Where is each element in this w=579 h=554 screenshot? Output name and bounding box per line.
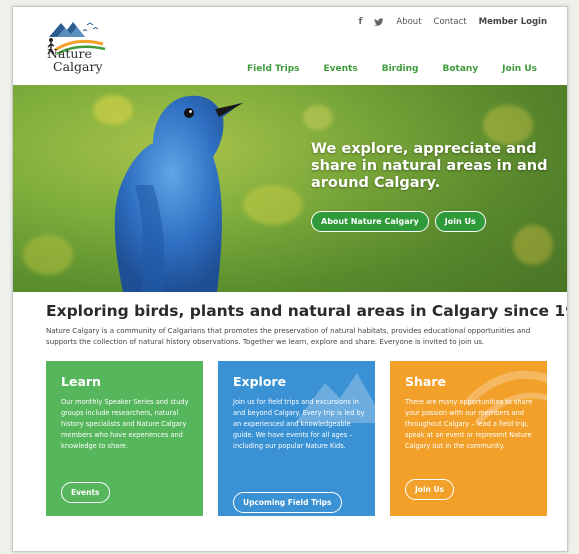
about-nature-calgary-button[interactable]: About Nature Calgary: [311, 211, 429, 232]
page-frame: Nature Calgary f About Contact Member Lo…: [12, 6, 568, 552]
logo-wordmark[interactable]: Nature Calgary: [47, 47, 103, 73]
logo-line-2: Calgary: [53, 59, 103, 74]
share-card-text: There are many opportunities to share yo…: [405, 398, 533, 450]
learn-card-title: Learn: [61, 374, 101, 389]
share-card-title: Share: [405, 374, 446, 389]
twitter-icon[interactable]: [374, 17, 384, 27]
site-header: Nature Calgary f About Contact Member Lo…: [13, 7, 567, 85]
nav-item-botany[interactable]: Botany: [442, 64, 478, 74]
intro-title: Exploring birds, plants and natural area…: [46, 302, 568, 320]
explore-card-title: Explore: [233, 374, 287, 389]
share-card: Share There are many opportunities to sh…: [390, 361, 547, 516]
hero-buttons: About Nature Calgary Join Us: [311, 211, 486, 232]
hero-banner: We explore, appreciate and share in natu…: [13, 85, 567, 292]
explore-card-text: Join us for field trips and excursions i…: [233, 398, 365, 450]
member-login-link[interactable]: Member Login: [479, 17, 547, 27]
facebook-icon[interactable]: f: [358, 17, 362, 27]
about-link[interactable]: About: [396, 17, 421, 27]
learn-card: Learn Our monthly Speaker Series and stu…: [46, 361, 203, 516]
upcoming-field-trips-button[interactable]: Upcoming Field Trips: [233, 492, 342, 513]
share-join-us-button[interactable]: Join Us: [405, 479, 455, 500]
nav-item-birding[interactable]: Birding: [382, 64, 419, 74]
nav-item-events[interactable]: Events: [324, 64, 358, 74]
nav-item-field-trips[interactable]: Field Trips: [247, 64, 299, 74]
contact-link[interactable]: Contact: [434, 17, 467, 27]
explore-card: Explore Join us for field trips and excu…: [218, 361, 375, 516]
events-button[interactable]: Events: [61, 482, 110, 503]
utility-nav: f About Contact Member Login: [358, 17, 547, 27]
hero-headline: We explore, appreciate and share in natu…: [311, 141, 548, 191]
mountain-bluebird-image: [114, 95, 243, 292]
intro-text: Nature Calgary is a community of Calgari…: [46, 326, 531, 346]
nav-item-join-us[interactable]: Join Us: [502, 64, 537, 74]
learn-card-text: Our monthly Speaker Series and study gro…: [61, 398, 189, 450]
main-nav: Field Trips Events Birding Botany Join U…: [247, 64, 537, 74]
hero-join-us-button[interactable]: Join Us: [434, 211, 486, 232]
